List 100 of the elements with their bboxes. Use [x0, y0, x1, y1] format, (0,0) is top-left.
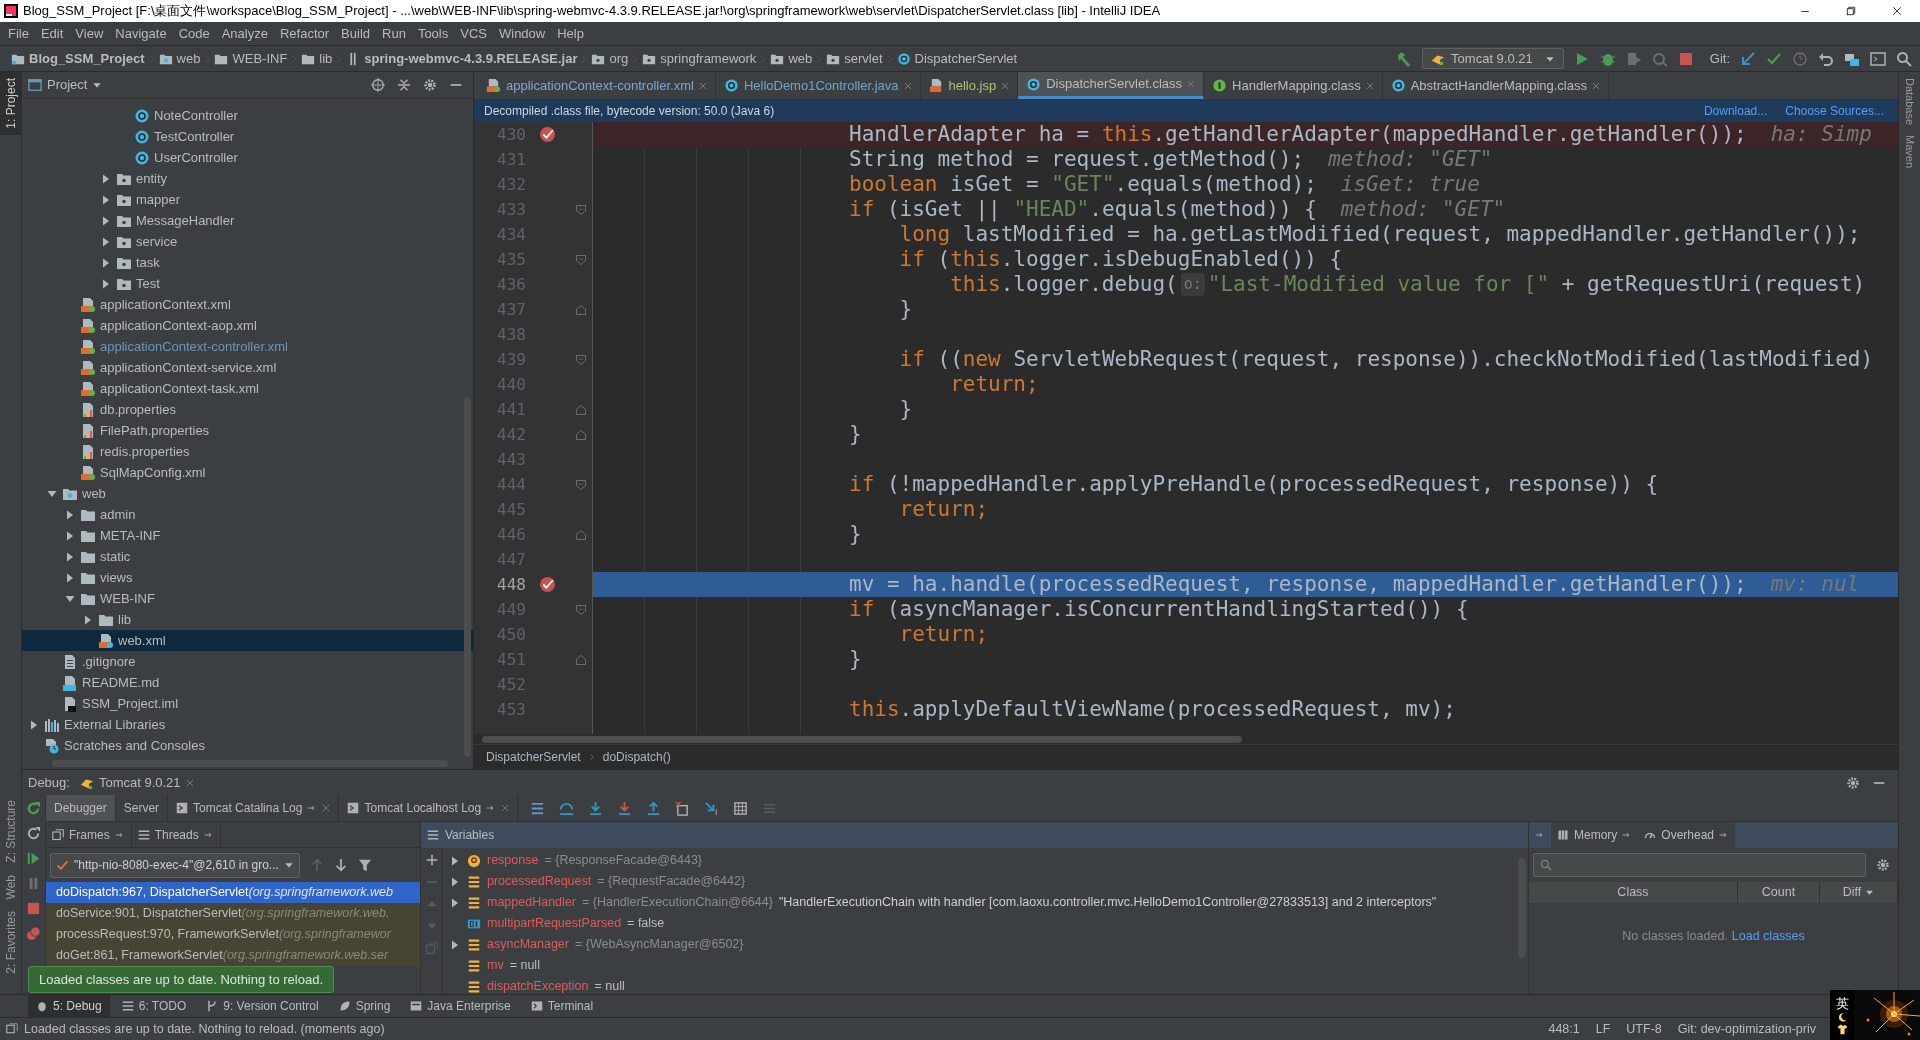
- settings-icon[interactable]: [1846, 775, 1860, 790]
- breadcrumb[interactable]: DispatcherServlet: [484, 748, 583, 766]
- menu-item[interactable]: Window: [492, 23, 552, 44]
- pin-arrow-icon[interactable]: [1535, 830, 1545, 840]
- column-header[interactable]: Count: [1738, 882, 1820, 903]
- drop-frame-icon[interactable]: [675, 800, 691, 816]
- stop-icon[interactable]: [26, 901, 41, 916]
- tree-item[interactable]: lib: [22, 609, 473, 630]
- tree-item[interactable]: Test: [22, 273, 473, 294]
- add-icon[interactable]: [425, 854, 438, 866]
- fold-marker-icon[interactable]: [575, 428, 587, 441]
- tree-item[interactable]: MessageHandler: [22, 210, 473, 231]
- breadcrumb[interactable]: spring-webmvc-4.3.9.RELEASE.jar: [343, 48, 581, 69]
- variable-row[interactable]: mv = null: [443, 955, 1518, 976]
- tree-item[interactable]: applicationContext-controller.xml: [22, 336, 473, 357]
- menu-item[interactable]: Code: [172, 23, 216, 44]
- link[interactable]: Download...: [1703, 101, 1768, 120]
- debugger-tab[interactable]: Server: [115, 795, 169, 821]
- close-icon[interactable]: [1001, 81, 1010, 90]
- tool-window-tab[interactable]: 2: Favorites: [0, 905, 22, 980]
- tree-item[interactable]: NoteController: [22, 105, 473, 126]
- close-icon[interactable]: [185, 778, 194, 787]
- status-icon[interactable]: [6, 1023, 18, 1035]
- breadcrumb[interactable]: org: [588, 48, 632, 69]
- fold-marker-icon[interactable]: [575, 478, 587, 491]
- close-icon[interactable]: [1187, 80, 1196, 88]
- search-field[interactable]: [1533, 853, 1866, 877]
- tree-item[interactable]: META-INF: [22, 525, 473, 546]
- hammer-icon[interactable]: [1396, 50, 1413, 67]
- breakpoint-icon[interactable]: [539, 126, 556, 143]
- variable-row[interactable]: response = {ResponseFacade@6443}: [443, 850, 1518, 871]
- tree-item[interactable]: admin: [22, 504, 473, 525]
- step-out-icon[interactable]: [646, 800, 662, 816]
- fold-marker-icon[interactable]: [575, 253, 587, 266]
- tree-item[interactable]: service: [22, 231, 473, 252]
- crosshair-icon[interactable]: [371, 78, 385, 92]
- breadcrumb[interactable]: doDispatch(): [600, 748, 673, 766]
- tool-window-tab[interactable]: Maven: [1901, 135, 1918, 169]
- debugger-tab[interactable]: Debugger: [46, 795, 116, 821]
- tree-item[interactable]: db.properties: [22, 399, 473, 420]
- variable-row[interactable]: mappedHandler = {HandlerExecutionChain@6644} "HandlerExecutionChain with handler [com.laoxu.controller.mvc.HelloDemo1Controller@27833513] and 2 interceptors": [443, 892, 1518, 913]
- fold-marker-icon[interactable]: [575, 653, 587, 666]
- stack-frame[interactable]: processRequest:970, FrameworkServlet(org.springframewor: [46, 924, 420, 945]
- stop-icon[interactable]: [1677, 50, 1694, 67]
- tool-window-tab[interactable]: Terminal: [522, 995, 602, 1017]
- tool-window-tab[interactable]: Spring: [330, 995, 399, 1017]
- line-separator[interactable]: LF: [1595, 1019, 1611, 1039]
- evaluate-icon[interactable]: [733, 800, 749, 816]
- menu-item[interactable]: Tools: [411, 23, 455, 44]
- variable-row[interactable]: asyncManager = {WebAsyncManager@6502}: [443, 934, 1518, 955]
- git-branch[interactable]: Git: dev-optimization-priv: [1677, 1019, 1816, 1039]
- menu-item[interactable]: Help: [551, 23, 590, 44]
- breadcrumb[interactable]: web: [155, 48, 204, 69]
- stack-frame[interactable]: doDispatch:967, DispatcherServlet(org.springframework.web: [46, 882, 420, 903]
- variable-row[interactable]: dispatchException = null: [443, 976, 1518, 997]
- arrow-up-icon[interactable]: [309, 858, 324, 872]
- tree-item[interactable]: redis.properties: [22, 441, 473, 462]
- tool-window-tab[interactable]: 9: Version Control: [198, 995, 327, 1017]
- run-to-cursor-icon[interactable]: [704, 800, 720, 816]
- menu-item[interactable]: View: [69, 23, 110, 44]
- collapse-all-icon[interactable]: [397, 78, 411, 92]
- ime-mode[interactable]: 英: [1835, 995, 1849, 1011]
- tree-item[interactable]: TestController: [22, 126, 473, 147]
- settings-icon[interactable]: [1876, 858, 1890, 872]
- force-step-into-icon[interactable]: [617, 800, 633, 816]
- tree-item[interactable]: .gitignore: [22, 651, 473, 672]
- tool-window-tab[interactable]: 6: TODO: [113, 995, 195, 1017]
- scrollbar[interactable]: [482, 735, 1242, 743]
- settings-icon[interactable]: [423, 78, 437, 92]
- menu-item[interactable]: VCS: [454, 23, 493, 44]
- breadcrumb[interactable]: servlet: [823, 48, 886, 69]
- fold-marker-icon[interactable]: [575, 353, 587, 366]
- tool-window-tab[interactable]: 1: Project: [0, 72, 22, 135]
- breadcrumb[interactable]: Blog_SSM_Project: [8, 48, 148, 69]
- tree-item[interactable]: static: [22, 546, 473, 567]
- frames-tab[interactable]: Frames: [46, 822, 132, 847]
- tree-item[interactable]: entity: [22, 168, 473, 189]
- tree-item[interactable]: applicationContext.xml: [22, 294, 473, 315]
- run-configuration-dropdown[interactable]: Tomcat 9.0.21: [1422, 48, 1564, 69]
- tree-item[interactable]: SqlMapConfig.xml: [22, 462, 473, 483]
- tree-item[interactable]: WEB-INF: [22, 588, 473, 609]
- close-icon[interactable]: [322, 804, 331, 812]
- breadcrumb[interactable]: web: [767, 48, 816, 69]
- file-encoding[interactable]: UTF-8: [1626, 1019, 1662, 1039]
- close-icon[interactable]: [903, 81, 912, 90]
- close-icon[interactable]: [501, 804, 510, 812]
- menu-item[interactable]: Build: [335, 23, 376, 44]
- tree-item[interactable]: Scratches and Consoles: [22, 735, 473, 756]
- fold-marker-icon[interactable]: [575, 528, 587, 541]
- load-classes-link[interactable]: Load classes: [1731, 927, 1805, 946]
- tool-window-tab[interactable]: Database: [1901, 78, 1918, 126]
- refresh-icon[interactable]: [26, 826, 41, 841]
- thread-dropdown[interactable]: "http-nio-8080-exec-4"@2,610 in gro...: [50, 852, 300, 878]
- tree-item[interactable]: web: [22, 483, 473, 504]
- breadcrumb[interactable]: lib: [298, 48, 336, 69]
- tree-item[interactable]: task: [22, 252, 473, 273]
- tree-item[interactable]: applicationContext-service.xml: [22, 357, 473, 378]
- menu-item[interactable]: Navigate: [109, 23, 173, 44]
- tree-item[interactable]: FilePath.properties: [22, 420, 473, 441]
- frames-tab[interactable]: Threads: [131, 822, 221, 847]
